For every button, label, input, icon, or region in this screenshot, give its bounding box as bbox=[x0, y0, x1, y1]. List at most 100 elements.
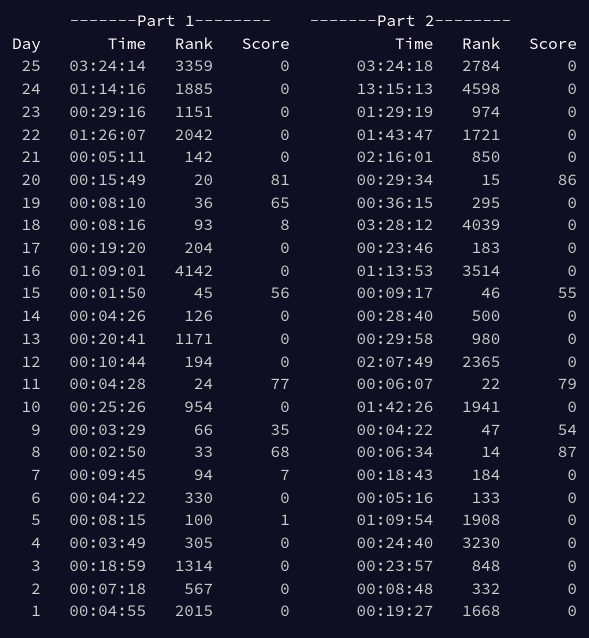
part1-header: -------Part 1-------- bbox=[41, 10, 271, 33]
p1-rank: 126 bbox=[146, 305, 213, 328]
table-row: 2503:24:143359003:24:1827840 bbox=[12, 55, 577, 78]
p1-rank: 4142 bbox=[146, 260, 213, 283]
p1-score: 56 bbox=[213, 282, 290, 305]
day: 5 bbox=[12, 509, 41, 532]
p2-rank: 47 bbox=[433, 419, 500, 442]
p2-time: 00:09:17 bbox=[328, 282, 433, 305]
table-row: 900:03:29663500:04:224754 bbox=[12, 419, 577, 442]
p1-score: 68 bbox=[213, 441, 290, 464]
p2-time: 01:42:26 bbox=[328, 396, 433, 419]
p2-time: 00:06:34 bbox=[328, 441, 433, 464]
p2-rank: 4598 bbox=[433, 78, 500, 101]
p2-time: 00:24:40 bbox=[328, 532, 433, 555]
day: 7 bbox=[12, 464, 41, 487]
p2-rank: 133 bbox=[433, 487, 500, 510]
table-row: 1200:10:44194002:07:4923650 bbox=[12, 351, 577, 374]
p2-time: 00:06:07 bbox=[328, 373, 433, 396]
p2-rank: 183 bbox=[433, 237, 500, 260]
p1-time: 00:10:44 bbox=[41, 351, 146, 374]
p2-score: 0 bbox=[500, 555, 577, 578]
part-header-row: -------Part 1---------------Part 2------… bbox=[12, 10, 577, 33]
p1-score: 0 bbox=[213, 55, 290, 78]
p1-score: 8 bbox=[213, 214, 290, 237]
p1-rank: 1171 bbox=[146, 328, 213, 351]
p1-rank: 45 bbox=[146, 282, 213, 305]
p1-score: 0 bbox=[213, 328, 290, 351]
p1-time: 00:05:11 bbox=[41, 146, 146, 169]
p1-rank: 20 bbox=[146, 169, 213, 192]
p2-rank: 1941 bbox=[433, 396, 500, 419]
p1-time: 00:09:45 bbox=[41, 464, 146, 487]
p1-rank: 567 bbox=[146, 578, 213, 601]
p2-rank: 3230 bbox=[433, 532, 500, 555]
table-row: 800:02:50336800:06:341487 bbox=[12, 441, 577, 464]
table-row: 1100:04:28247700:06:072279 bbox=[12, 373, 577, 396]
p2-score: 87 bbox=[500, 441, 577, 464]
p2-time: 13:15:13 bbox=[328, 78, 433, 101]
p1-score: 0 bbox=[213, 351, 290, 374]
p2-score: 0 bbox=[500, 532, 577, 555]
p2-score: 0 bbox=[500, 328, 577, 351]
p2-rank: 2365 bbox=[433, 351, 500, 374]
p2-rank: 2784 bbox=[433, 55, 500, 78]
p2-score: 86 bbox=[500, 169, 577, 192]
p2-time: 00:28:40 bbox=[328, 305, 433, 328]
p1-score: 0 bbox=[213, 237, 290, 260]
day: 9 bbox=[12, 419, 41, 442]
p2-rank: 15 bbox=[433, 169, 500, 192]
p2-time: 00:19:27 bbox=[328, 600, 433, 623]
p1-time: 00:02:50 bbox=[41, 441, 146, 464]
p2-score: 0 bbox=[500, 600, 577, 623]
p1-rank: 2015 bbox=[146, 600, 213, 623]
day: 10 bbox=[12, 396, 41, 419]
day: 19 bbox=[12, 192, 41, 215]
p2-rank: 1721 bbox=[433, 124, 500, 147]
table-row: 1601:09:014142001:13:5335140 bbox=[12, 260, 577, 283]
day: 17 bbox=[12, 237, 41, 260]
p1-time: 00:04:55 bbox=[41, 600, 146, 623]
p1-rank: 194 bbox=[146, 351, 213, 374]
table-row: 500:08:15100101:09:5419080 bbox=[12, 509, 577, 532]
p1-rank: 2042 bbox=[146, 124, 213, 147]
table-row: 2100:05:11142002:16:018500 bbox=[12, 146, 577, 169]
table-row: 2201:26:072042001:43:4717210 bbox=[12, 124, 577, 147]
p2-rank: 4039 bbox=[433, 214, 500, 237]
p2-rank: 14 bbox=[433, 441, 500, 464]
p2-score: 54 bbox=[500, 419, 577, 442]
p2-score: 0 bbox=[500, 260, 577, 283]
table-row: 1900:08:10366500:36:152950 bbox=[12, 192, 577, 215]
p1-rank: 142 bbox=[146, 146, 213, 169]
p2-score: 79 bbox=[500, 373, 577, 396]
p1-time: 03:24:14 bbox=[41, 55, 146, 78]
table-row: 300:18:591314000:23:578480 bbox=[12, 555, 577, 578]
p1-time: 00:04:26 bbox=[41, 305, 146, 328]
p1-time: 00:03:29 bbox=[41, 419, 146, 442]
p2-score: 0 bbox=[500, 578, 577, 601]
p1-rank: 204 bbox=[146, 237, 213, 260]
p1-time: 00:08:16 bbox=[41, 214, 146, 237]
p2-score: 0 bbox=[500, 146, 577, 169]
day: 6 bbox=[12, 487, 41, 510]
p1-score: 0 bbox=[213, 305, 290, 328]
p2-score: 0 bbox=[500, 124, 577, 147]
p1-score: 7 bbox=[213, 464, 290, 487]
table-row: 1800:08:1693803:28:1240390 bbox=[12, 214, 577, 237]
p2-score: 55 bbox=[500, 282, 577, 305]
day: 12 bbox=[12, 351, 41, 374]
p1-time: 00:03:49 bbox=[41, 532, 146, 555]
p1-time: 00:04:28 bbox=[41, 373, 146, 396]
day: 25 bbox=[12, 55, 41, 78]
p2-score: 0 bbox=[500, 351, 577, 374]
p1-time: 00:04:22 bbox=[41, 487, 146, 510]
p2-time: 02:16:01 bbox=[328, 146, 433, 169]
p2-time: 03:24:18 bbox=[328, 55, 433, 78]
table-row: 600:04:22330000:05:161330 bbox=[12, 487, 577, 510]
p1-score: 0 bbox=[213, 101, 290, 124]
p1-time: 01:09:01 bbox=[41, 260, 146, 283]
p1-score: 0 bbox=[213, 487, 290, 510]
p2-rank: 3514 bbox=[433, 260, 500, 283]
p2-score: 0 bbox=[500, 101, 577, 124]
p1-score: 0 bbox=[213, 124, 290, 147]
p2-time: 01:13:53 bbox=[328, 260, 433, 283]
p2-rank: 22 bbox=[433, 373, 500, 396]
